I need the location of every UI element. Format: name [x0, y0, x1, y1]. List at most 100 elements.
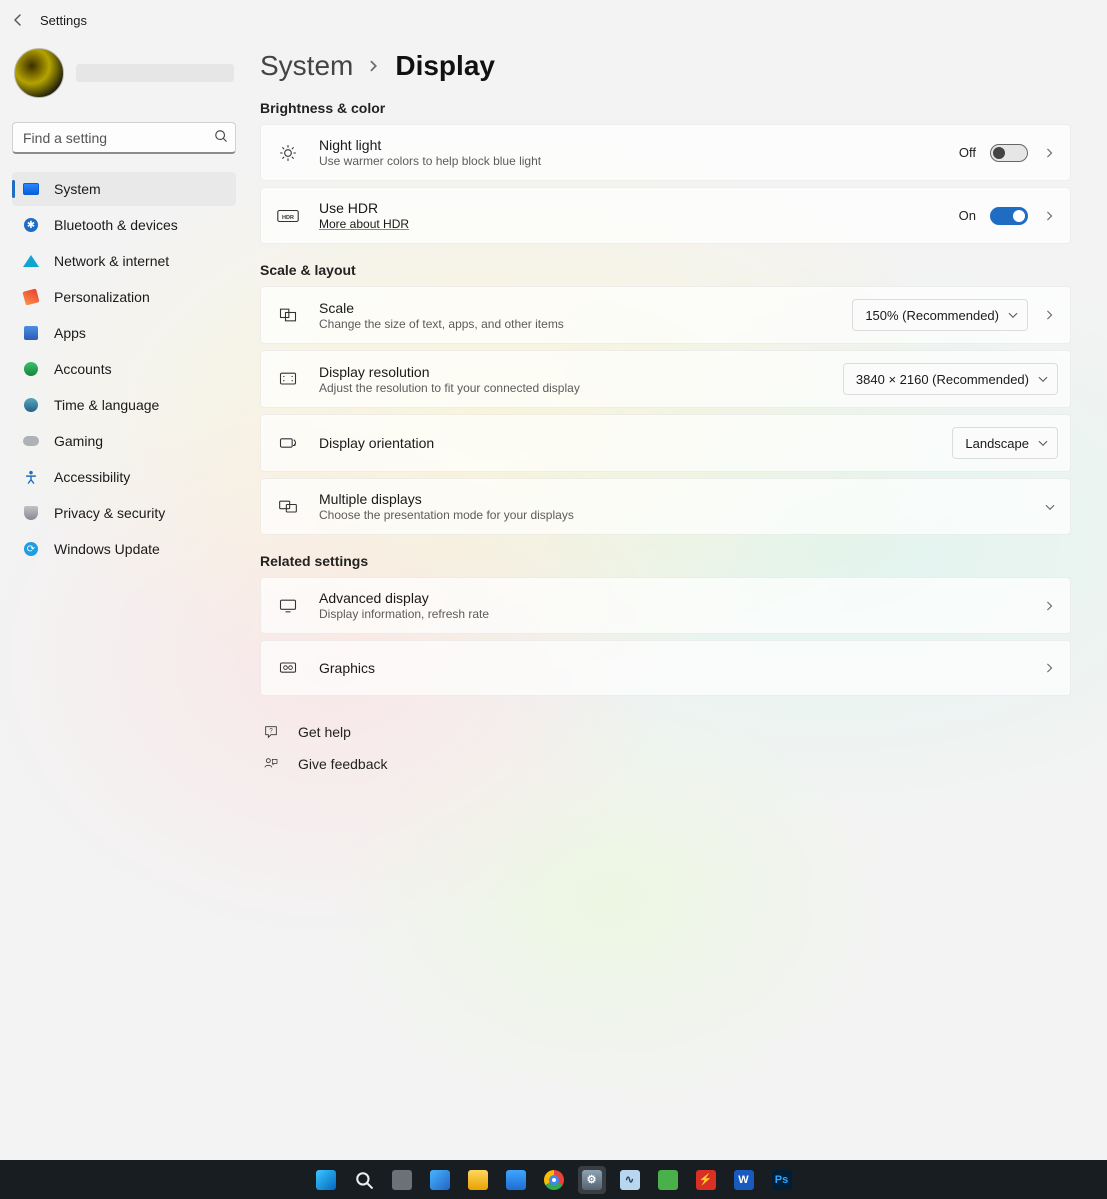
card-title: Advanced display: [319, 590, 1022, 606]
accounts-icon: [22, 360, 40, 378]
accessibility-icon: [22, 468, 40, 486]
nav-label: Apps: [54, 325, 86, 341]
give-feedback-link[interactable]: Give feedback: [260, 752, 1071, 776]
sidebar: System ✱ Bluetooth & devices Network & i…: [0, 40, 248, 1160]
nav-accounts[interactable]: Accounts: [12, 352, 236, 386]
graphics-card[interactable]: Graphics: [260, 640, 1071, 696]
nav-label: Gaming: [54, 433, 103, 449]
orientation-icon: [277, 432, 299, 454]
nav-label: Personalization: [54, 289, 150, 305]
resolution-select[interactable]: 3840 × 2160 (Recommended): [843, 363, 1058, 395]
multiple-displays-card[interactable]: Multiple displays Choose the presentatio…: [260, 478, 1071, 535]
link-label: Get help: [298, 724, 351, 740]
account-name-placeholder: [76, 64, 234, 82]
nav-label: Time & language: [54, 397, 159, 413]
nav-privacy[interactable]: Privacy & security: [12, 496, 236, 530]
night-light-card[interactable]: Night light Use warmer colors to help bl…: [260, 124, 1071, 181]
taskbar-chrome[interactable]: [540, 1166, 568, 1194]
help-icon: ?: [262, 724, 280, 740]
nav-personalization[interactable]: Personalization: [12, 280, 236, 314]
nav-apps[interactable]: Apps: [12, 316, 236, 350]
breadcrumb-parent[interactable]: System: [260, 50, 353, 82]
taskbar-word[interactable]: W: [730, 1166, 758, 1194]
taskbar-search[interactable]: [350, 1166, 378, 1194]
app-title: Settings: [40, 13, 87, 28]
nav-label: Network & internet: [54, 253, 169, 269]
search-input[interactable]: [12, 122, 236, 154]
expand-icon[interactable]: [1042, 598, 1058, 614]
link-label: Give feedback: [298, 756, 388, 772]
taskbar-start[interactable]: [312, 1166, 340, 1194]
select-value: 150% (Recommended): [865, 308, 999, 323]
taskbar-photoshop[interactable]: Ps: [768, 1166, 796, 1194]
personalization-icon: [22, 288, 40, 306]
feedback-icon: [262, 756, 280, 772]
graphics-icon: [277, 657, 299, 679]
taskbar-widgets[interactable]: [426, 1166, 454, 1194]
svg-text:HDR: HDR: [282, 215, 294, 221]
apps-icon: [22, 324, 40, 342]
expand-icon[interactable]: [1042, 660, 1058, 676]
nav-system[interactable]: System: [12, 172, 236, 206]
taskbar-app-bolt[interactable]: ⚡: [692, 1166, 720, 1194]
orientation-card[interactable]: Display orientation Landscape: [260, 414, 1071, 472]
nav-label: Windows Update: [54, 541, 160, 557]
expand-icon[interactable]: [1042, 145, 1058, 161]
scale-icon: [277, 304, 299, 326]
orientation-select[interactable]: Landscape: [952, 427, 1058, 459]
resolution-icon: [277, 368, 299, 390]
nav-windows-update[interactable]: ⟳ Windows Update: [12, 532, 236, 566]
advanced-display-card[interactable]: Advanced display Display information, re…: [260, 577, 1071, 634]
hdr-card[interactable]: HDR Use HDR More about HDR On: [260, 187, 1071, 244]
taskbar-explorer[interactable]: [464, 1166, 492, 1194]
card-title: Display orientation: [319, 435, 932, 451]
card-title: Use HDR: [319, 200, 939, 216]
toggle-state-label: Off: [959, 145, 976, 160]
nav-label: Privacy & security: [54, 505, 165, 521]
card-title: Graphics: [319, 660, 1022, 676]
search: [12, 122, 236, 154]
taskbar-app-green[interactable]: [654, 1166, 682, 1194]
page-title: Display: [395, 50, 495, 82]
taskbar-settings[interactable]: ⚙: [578, 1166, 606, 1194]
taskbar-taskview[interactable]: [388, 1166, 416, 1194]
nav-bluetooth[interactable]: ✱ Bluetooth & devices: [12, 208, 236, 242]
card-title: Night light: [319, 137, 939, 153]
svg-text:?: ?: [269, 729, 273, 735]
card-subtitle: Choose the presentation mode for your di…: [319, 508, 1022, 522]
nav: System ✱ Bluetooth & devices Network & i…: [12, 172, 236, 566]
section-related: Related settings: [260, 553, 1071, 569]
nav-gaming[interactable]: Gaming: [12, 424, 236, 458]
resolution-card[interactable]: Display resolution Adjust the resolution…: [260, 350, 1071, 408]
select-value: Landscape: [965, 436, 1029, 451]
search-icon[interactable]: [214, 129, 228, 143]
nav-network[interactable]: Network & internet: [12, 244, 236, 278]
nav-accessibility[interactable]: Accessibility: [12, 460, 236, 494]
scale-select[interactable]: 150% (Recommended): [852, 299, 1028, 331]
account-header[interactable]: [12, 46, 236, 104]
chevron-down-icon: [1037, 437, 1049, 449]
taskbar: ⚙ ∿ ⚡ W Ps: [0, 1160, 1107, 1199]
hdr-toggle[interactable]: [990, 207, 1028, 225]
night-light-toggle[interactable]: [990, 144, 1028, 162]
card-title: Multiple displays: [319, 491, 1022, 507]
nav-time-language[interactable]: Time & language: [12, 388, 236, 422]
get-help-link[interactable]: ? Get help: [260, 720, 1071, 744]
chevron-down-icon[interactable]: [1042, 499, 1058, 515]
card-subtitle: Display information, refresh rate: [319, 607, 1022, 621]
nav-label: System: [54, 181, 101, 197]
taskbar-terminal[interactable]: ∿: [616, 1166, 644, 1194]
section-scale: Scale & layout: [260, 262, 1071, 278]
network-icon: [22, 252, 40, 270]
select-value: 3840 × 2160 (Recommended): [856, 372, 1029, 387]
titlebar: Settings: [0, 0, 1107, 40]
scale-card[interactable]: Scale Change the size of text, apps, and…: [260, 286, 1071, 344]
expand-icon[interactable]: [1042, 208, 1058, 224]
expand-icon[interactable]: [1042, 307, 1058, 323]
hdr-more-link[interactable]: More about HDR: [319, 217, 939, 231]
card-title: Display resolution: [319, 364, 823, 380]
content: System Display Brightness & color Night …: [248, 40, 1107, 1160]
card-subtitle: Change the size of text, apps, and other…: [319, 317, 832, 331]
taskbar-mail[interactable]: [502, 1166, 530, 1194]
back-button[interactable]: [8, 10, 28, 30]
